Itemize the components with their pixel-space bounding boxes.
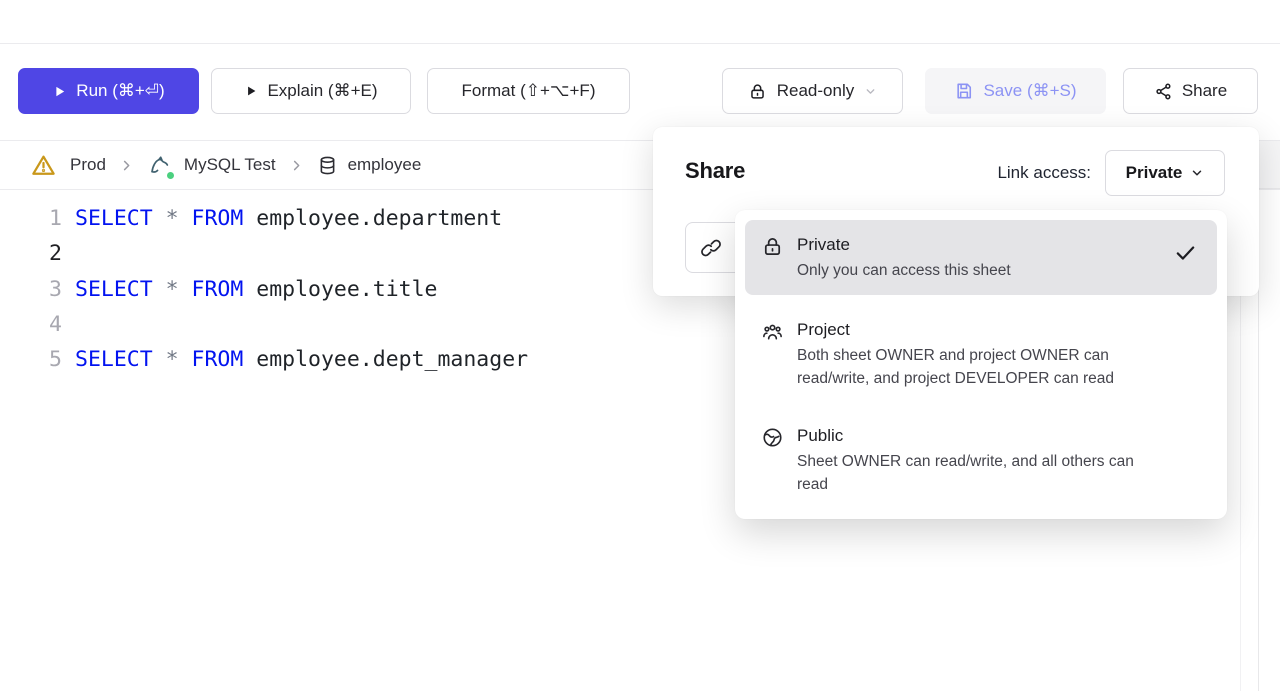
line-number: 4 (0, 312, 62, 337)
menu-item-private[interactable]: Private Only you can access this sheet (745, 220, 1217, 295)
link-access-label: Link access: (997, 150, 1091, 196)
breadcrumb-database[interactable]: employee (317, 155, 422, 176)
instance-label: MySQL Test (184, 155, 276, 175)
user-group-icon (761, 320, 784, 348)
explain-button-label: Explain (⌘+E) (267, 81, 377, 101)
warning-triangle-icon (30, 152, 57, 179)
link-access-menu: Private Only you can access this sheet P… (735, 210, 1227, 519)
play-icon (244, 84, 258, 98)
line-number: 1 (0, 206, 62, 231)
share-button[interactable]: Share (1123, 68, 1258, 114)
connection-status-dot (165, 170, 176, 181)
share-button-label: Share (1182, 81, 1227, 101)
play-icon (52, 84, 67, 99)
mysql-icon (147, 152, 174, 179)
line-number: 2 (0, 241, 62, 266)
save-floppy-icon (954, 81, 974, 101)
format-button-label: Format (⇧+⌥+F) (462, 81, 596, 101)
window-top-bar (0, 0, 1280, 44)
environment-label: Prod (70, 155, 106, 175)
code-text: SELECT * FROM employee.title (75, 277, 437, 302)
breadcrumb-environment[interactable]: Prod (70, 155, 106, 175)
explain-button[interactable]: Explain (⌘+E) (211, 68, 411, 114)
chevron-right-icon (119, 158, 134, 173)
menu-item-description: Both sheet OWNER and project OWNER can r… (797, 344, 1201, 390)
chevron-down-icon (864, 85, 877, 98)
run-button[interactable]: Run (⌘+⏎) (18, 68, 199, 114)
menu-item-title: Private (797, 233, 1161, 257)
share-dialog-title: Share (685, 158, 745, 184)
menu-item-public[interactable]: Public Sheet OWNER can read/write, and a… (745, 411, 1217, 509)
database-label: employee (348, 155, 422, 175)
link-icon (700, 237, 722, 259)
menu-item-title: Project (797, 318, 1201, 342)
chevron-down-icon (1190, 166, 1204, 180)
link-access-dropdown-button[interactable]: Private (1105, 150, 1225, 196)
menu-item-description: Sheet OWNER can read/write, and all othe… (797, 450, 1201, 496)
share-nodes-icon (1154, 82, 1173, 101)
menu-item-project[interactable]: Project Both sheet OWNER and project OWN… (745, 305, 1217, 403)
save-button[interactable]: Save (⌘+S) (925, 68, 1106, 114)
code-text: SELECT * FROM employee.department (75, 206, 502, 231)
readonly-label: Read-only (777, 81, 855, 101)
lock-icon (748, 82, 767, 101)
link-access-value: Private (1126, 163, 1183, 183)
chevron-right-icon (289, 158, 304, 173)
breadcrumb-instance[interactable]: MySQL Test (147, 152, 276, 179)
menu-item-description: Only you can access this sheet (797, 259, 1161, 282)
check-icon (1174, 241, 1197, 269)
save-button-label: Save (⌘+S) (983, 81, 1076, 101)
database-icon (317, 155, 338, 176)
run-button-label: Run (⌘+⏎) (76, 81, 164, 101)
side-panel-sliver (1259, 141, 1280, 189)
menu-item-title: Public (797, 424, 1201, 448)
line-number: 5 (0, 347, 62, 372)
globe-icon (761, 426, 784, 454)
lock-icon (761, 235, 784, 263)
readonly-mode-button[interactable]: Read-only (722, 68, 903, 114)
format-button[interactable]: Format (⇧+⌥+F) (427, 68, 630, 114)
code-text: SELECT * FROM employee.dept_manager (75, 347, 528, 372)
line-number: 3 (0, 277, 62, 302)
